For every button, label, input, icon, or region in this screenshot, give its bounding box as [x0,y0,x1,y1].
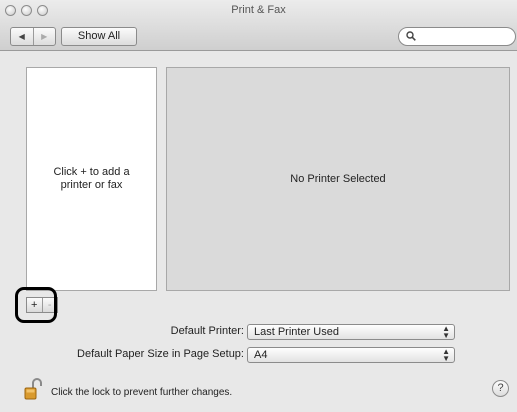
no-printer-text: No Printer Selected [290,173,386,185]
search-field[interactable] [398,27,516,46]
callout-highlight [15,287,57,323]
printer-detail-panel: No Printer Selected [166,67,510,291]
search-icon [406,31,416,44]
triangle-left-icon: ◀ [18,32,25,41]
printer-list[interactable]: Click + to add a printer or fax [26,67,157,291]
forward-button[interactable]: ▶ [32,28,56,45]
back-button[interactable]: ◀ [11,28,33,45]
paper-size-label: Default Paper Size in Page Setup: [77,348,244,360]
triangle-right-icon: ▶ [41,32,48,41]
updown-arrows-icon: ▲ ▼ [442,324,450,340]
default-printer-value: Last Printer Used [254,326,339,338]
default-printer-label: Default Printer: [170,325,244,337]
navigation-buttons: ◀ ▶ [10,27,56,46]
help-button[interactable]: ? [492,380,509,397]
lock-message: Click the lock to prevent further change… [51,387,233,398]
window-title: Print & Fax [231,4,286,16]
printer-list-empty-text: Click + to add a printer or fax [53,166,130,191]
window-toolbar: Print & Fax ◀ ▶ Show All [0,0,517,51]
lock-icon[interactable] [24,378,42,400]
paper-size-popup[interactable]: A4 ▲ ▼ [247,347,455,363]
updown-arrows-icon: ▲ ▼ [442,347,450,363]
paper-size-value: A4 [254,349,268,361]
default-printer-popup[interactable]: Last Printer Used ▲ ▼ [247,324,455,340]
show-all-button[interactable]: Show All [61,27,137,46]
